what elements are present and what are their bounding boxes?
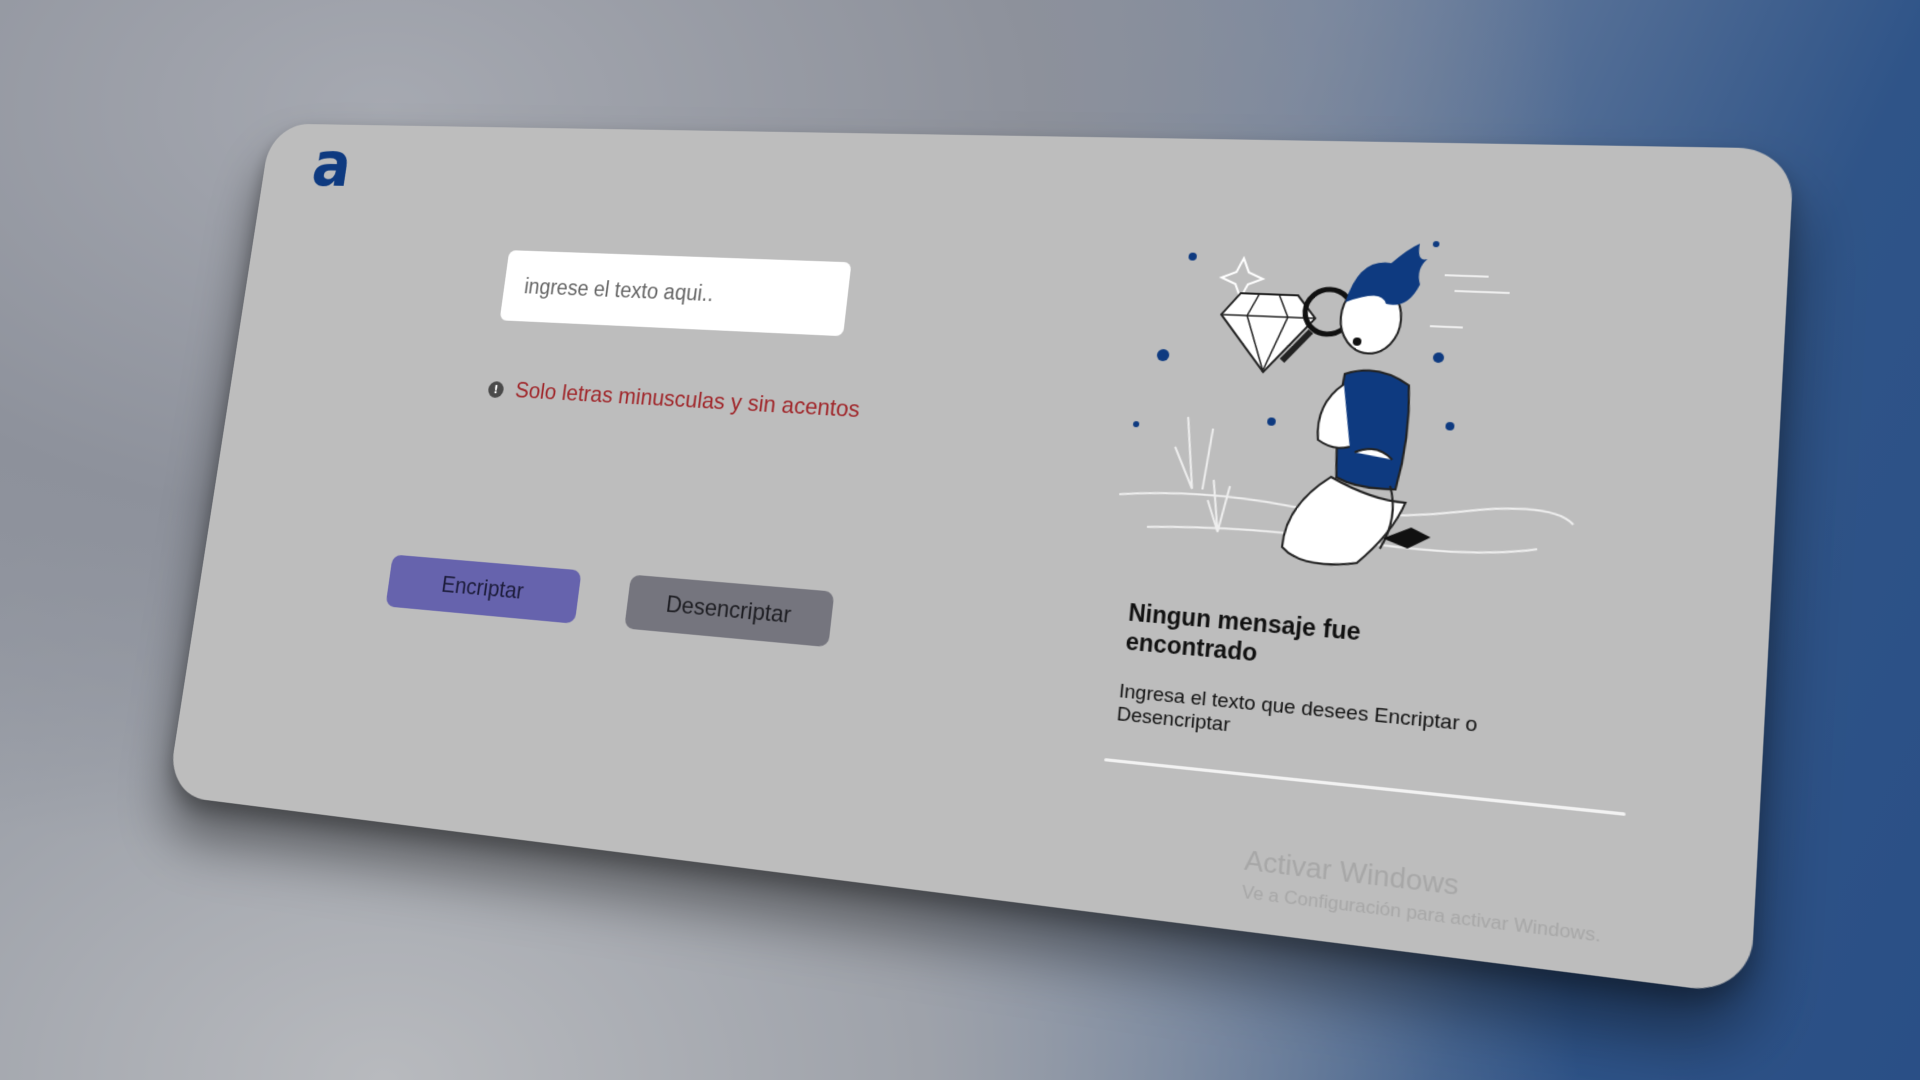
no-message-subtitle: Ingresa el texto que desees Encriptar o … xyxy=(1115,680,1479,737)
activation-watermark: Activar Windows Ve a Configuración para … xyxy=(1241,844,1604,948)
app-card: a ! Solo letras minusculas y sin acentos… xyxy=(166,123,1795,996)
person-magnifying-glass-diamond-illustration xyxy=(1100,241,1603,623)
logo-icon: a xyxy=(307,127,357,201)
warning-text: Solo letras minusculas y sin acentos xyxy=(513,377,862,423)
text-input[interactable] xyxy=(499,250,852,337)
output-divider xyxy=(1104,758,1626,816)
info-circle-icon: ! xyxy=(487,380,505,399)
no-message-title: Ningun mensaje fue encontrado xyxy=(1124,598,1362,667)
input-warning: ! Solo letras minusculas y sin acentos xyxy=(487,376,862,424)
stage: a ! Solo letras minusculas y sin acentos… xyxy=(0,0,1920,1080)
encrypt-button[interactable]: Encriptar xyxy=(385,554,582,624)
decrypt-button[interactable]: Desencriptar xyxy=(624,574,835,648)
